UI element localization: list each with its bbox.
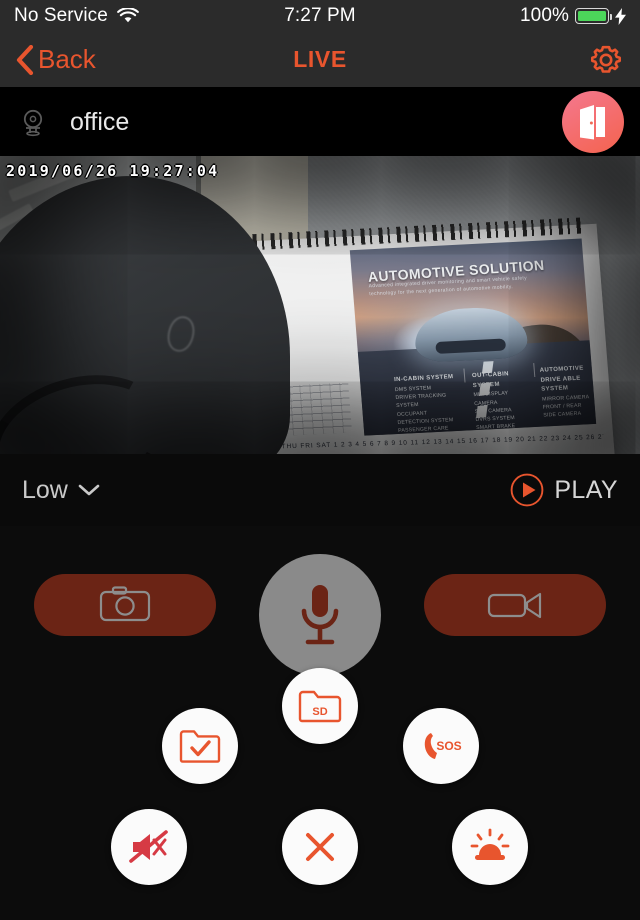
camera-icon — [99, 584, 151, 626]
back-button[interactable]: Back — [16, 44, 96, 75]
chevron-left-icon — [16, 44, 34, 75]
device-bar: office — [0, 88, 640, 156]
alarm-button[interactable] — [452, 809, 528, 885]
control-panel: SD SOS — [0, 526, 640, 920]
back-button-label: Back — [38, 44, 96, 74]
close-x-icon — [303, 830, 337, 864]
ad-column3-items: MIRROR CAMERA FRONT / REAR SIDE CAMERA — [541, 394, 590, 419]
snapshot-button[interactable] — [34, 574, 216, 636]
mute-button[interactable] — [111, 809, 187, 885]
play-circle-icon — [510, 473, 544, 507]
talk-button[interactable] — [259, 554, 381, 676]
quality-label: Low — [22, 475, 68, 504]
sd-card-label: SD — [312, 706, 327, 718]
record-button[interactable] — [424, 574, 606, 636]
calendar-advertisement: AUTOMOTIVE SOLUTION Advanced integrated … — [349, 238, 597, 436]
video-timestamp-overlay: 2019/06/26 19:27:04 — [6, 162, 220, 180]
status-bar-right: 100% — [520, 5, 626, 27]
play-button[interactable]: PLAY — [510, 473, 618, 507]
microphone-icon — [295, 582, 345, 648]
video-scene: 07 JUL 2019 AUTOMOTIVE SOLUTION Advanced… — [0, 156, 640, 454]
ad-car — [412, 305, 529, 363]
speaker-mute-icon — [128, 829, 170, 865]
battery-full-icon — [575, 8, 613, 24]
status-bar-left: No Service — [14, 5, 139, 27]
status-bar: No Service 7:27 PM 100% — [0, 0, 640, 32]
chevron-down-icon — [78, 483, 100, 497]
ad-column2-items: MIC DISPLAY CAMERA SVM CAMERA DVRS SYSTE… — [473, 390, 516, 436]
video-camera-icon — [487, 589, 543, 621]
siren-icon — [469, 827, 511, 867]
stream-quality-bar: Low PLAY — [0, 454, 640, 526]
sos-label: SOS — [436, 739, 461, 753]
gear-icon — [588, 42, 624, 78]
quality-selector[interactable]: Low — [22, 476, 100, 505]
close-button[interactable] — [282, 809, 358, 885]
sos-call-button[interactable]: SOS — [403, 708, 479, 784]
local-album-button[interactable] — [162, 708, 238, 784]
page-title: LIVE — [293, 46, 347, 72]
open-door-icon — [576, 104, 610, 140]
sos-phone-icon: SOS — [418, 729, 464, 763]
live-video-feed[interactable]: 07 JUL 2019 AUTOMOTIVE SOLUTION Advanced… — [0, 156, 640, 454]
wifi-icon — [117, 8, 139, 24]
sd-card-folder-icon: SD — [298, 689, 342, 723]
door-unlock-button[interactable] — [562, 91, 624, 153]
carrier-label: No Service — [14, 5, 108, 26]
navigation-bar: Back LIVE — [0, 32, 640, 88]
lightning-bolt-icon — [615, 7, 626, 25]
sd-card-playback-button[interactable]: SD — [282, 668, 358, 744]
play-button-label: PLAY — [554, 475, 618, 504]
ad-column1-items: DMS SYSTEM DRIVER TRACKING SYSTEM OCCUPA… — [394, 384, 454, 436]
live-view-screen: No Service 7:27 PM 100% Back LIVE office… — [0, 0, 640, 920]
ad-column3-header: AUTOMOTIVE DRIVE ABLE SYSTEM — [539, 365, 584, 393]
battery-percent-label: 100% — [520, 5, 569, 26]
folder-check-icon — [179, 729, 221, 763]
device-name-label: office — [70, 107, 130, 136]
dome-camera-icon — [16, 105, 50, 139]
settings-button[interactable] — [588, 42, 624, 78]
